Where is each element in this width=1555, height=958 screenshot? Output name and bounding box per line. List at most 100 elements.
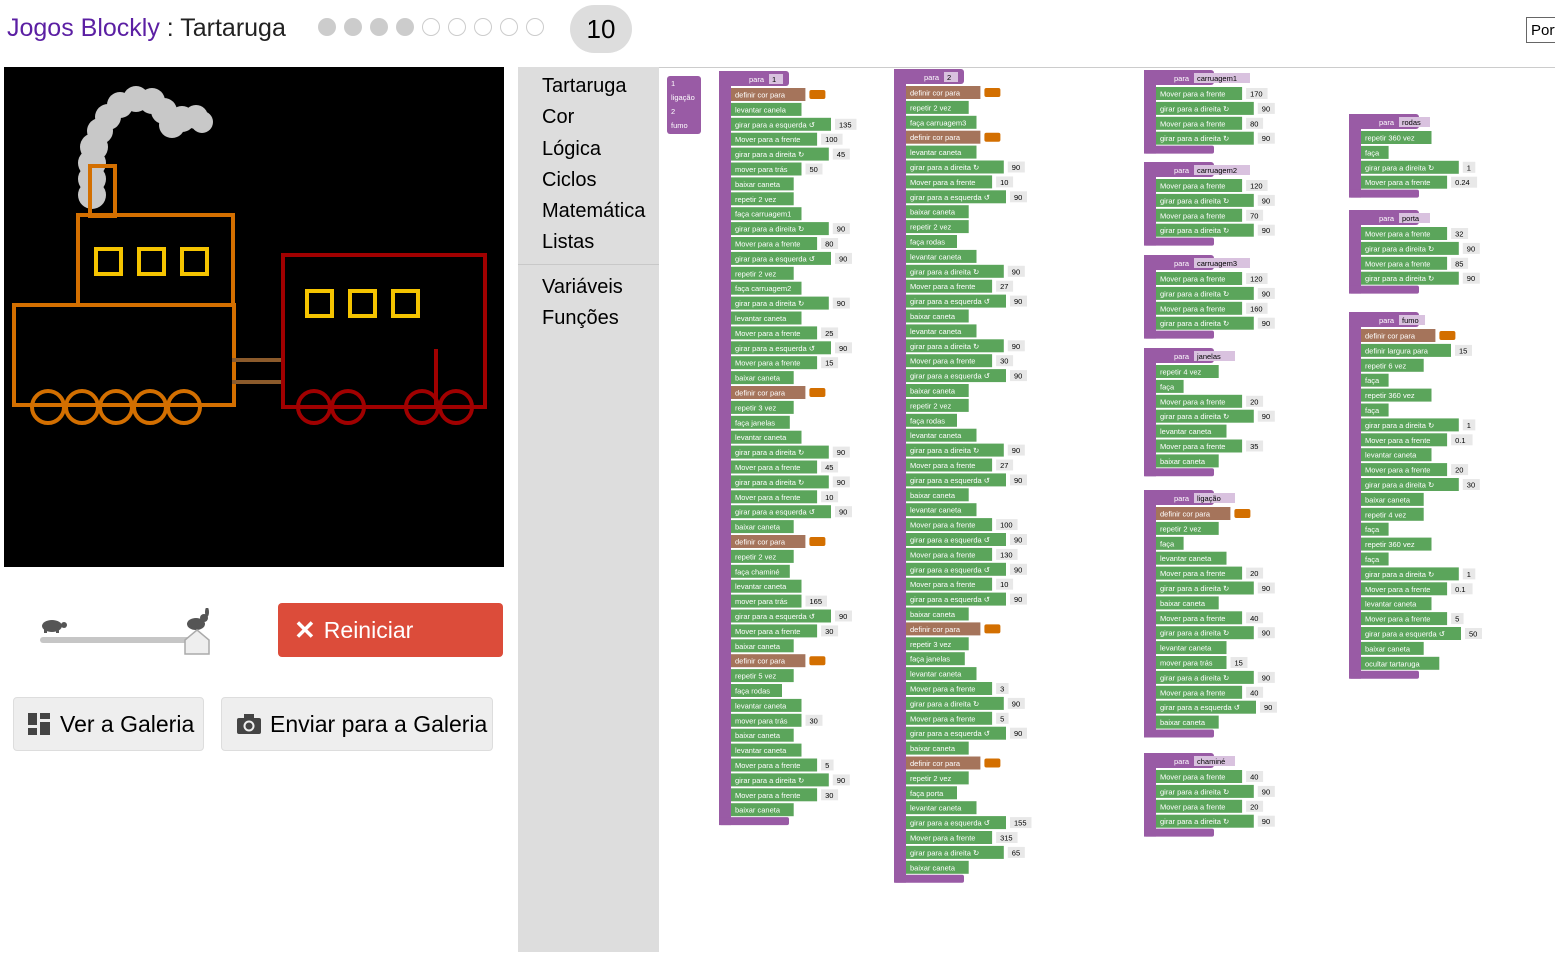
toolbox-category-turtle[interactable]: Tartaruga	[542, 75, 627, 98]
code-block-label: baixar caneta	[735, 806, 781, 815]
number-value: 90	[1012, 342, 1020, 351]
level-dot[interactable]	[448, 18, 466, 36]
code-block-label: faça	[1365, 555, 1380, 564]
code-block-label: Mover para a frente	[910, 685, 975, 694]
language-select[interactable]: Português	[1526, 17, 1555, 43]
level-dot[interactable]	[344, 18, 362, 36]
procedure-block[interactable]	[894, 69, 906, 883]
code-block-label: levantar caneta	[910, 670, 962, 679]
procedure-name: rodas	[1402, 118, 1421, 127]
toolbox: Tartaruga Cor Lógica Ciclos Matemática L…	[518, 67, 659, 952]
toolbox-category-lists[interactable]: Listas	[542, 231, 594, 254]
number-value: 90	[1014, 595, 1022, 604]
code-block-label: girar para a direita ↻	[910, 342, 979, 351]
number-value: 160	[1250, 304, 1263, 313]
code-block-label: levantar caneta	[1365, 451, 1417, 460]
procedure-block[interactable]	[1144, 348, 1156, 477]
color-swatch[interactable]	[984, 88, 1001, 97]
code-block-label: faça	[1160, 539, 1175, 548]
number-value: 32	[1455, 230, 1463, 239]
number-value: 155	[1014, 819, 1027, 828]
color-swatch[interactable]	[809, 656, 826, 666]
procedure-foot	[1144, 145, 1214, 154]
color-swatch[interactable]	[1234, 509, 1251, 518]
code-block-label: girar para a direita ↻	[1160, 817, 1229, 826]
code-block-label: mover para trás	[735, 597, 788, 606]
code-block-label: girar para a direita ↻	[910, 848, 979, 857]
color-swatch[interactable]	[809, 388, 826, 397]
number-value: 90	[1262, 226, 1270, 235]
number-value: 10	[1000, 178, 1008, 187]
number-value: 90	[1262, 319, 1270, 328]
number-value: 80	[1250, 119, 1258, 128]
code-block-label: baixar caneta	[735, 642, 781, 651]
code-block-label: girar para a direita ↻	[735, 478, 804, 487]
color-swatch[interactable]	[809, 537, 826, 546]
code-block-label: levantar caneta	[735, 433, 787, 442]
code-block-label: faça janelas	[735, 418, 775, 427]
level-dot[interactable]	[318, 18, 336, 36]
toolbox-category-logic[interactable]: Lógica	[542, 138, 601, 161]
level-dot[interactable]	[500, 18, 518, 36]
view-gallery-button[interactable]: Ver a Galeria	[13, 697, 204, 751]
procedure-foot	[1144, 729, 1214, 738]
code-block-label: Mover para a frente	[1160, 442, 1225, 451]
code-block-label: Mover para a frente	[735, 463, 800, 472]
code-block-label: Mover para a frente	[1365, 259, 1430, 268]
train-drawing	[12, 86, 487, 425]
color-swatch[interactable]	[809, 90, 826, 99]
number-value: 90	[1014, 729, 1022, 738]
level-dot[interactable]	[422, 18, 440, 36]
toolbox-divider	[518, 264, 659, 265]
app-name-link[interactable]: Jogos Blockly	[7, 14, 160, 42]
procedure-name: carruagem2	[1197, 166, 1237, 175]
code-block-label: repetir 360 vez	[1365, 134, 1415, 143]
code-block-label: definir cor para	[735, 389, 786, 398]
level-dot[interactable]	[526, 18, 544, 36]
color-swatch[interactable]	[984, 624, 1001, 634]
procedure-keyword: para	[1379, 316, 1395, 325]
code-block-label: Mover para a frente	[735, 761, 800, 770]
toolbox-category-color[interactable]: Cor	[542, 106, 574, 129]
number-value: 65	[1012, 848, 1020, 857]
code-block-label: Mover para a frente	[1365, 178, 1430, 187]
color-swatch[interactable]	[984, 132, 1001, 142]
code-block-label: Mover para a frente	[735, 329, 800, 338]
toolbox-category-loops[interactable]: Ciclos	[542, 169, 596, 192]
color-swatch[interactable]	[1439, 331, 1456, 340]
code-block-label: girar para a direita ↻	[1365, 274, 1434, 283]
procedure-block[interactable]	[719, 71, 731, 826]
blockly-workspace[interactable]: 1 ligação 2 fumo para 1 definir cor para levant…	[659, 67, 1555, 953]
number-value: 15	[1459, 346, 1467, 355]
reset-button[interactable]: ✕ Reiniciar	[278, 603, 503, 657]
slider-knob[interactable]	[184, 629, 210, 655]
toolbox-category-math[interactable]: Matemática	[542, 200, 645, 223]
code-block-label: ocultar tartaruga	[1365, 659, 1420, 668]
color-swatch[interactable]	[984, 758, 1001, 768]
code-block-label: Mover para a frente	[910, 282, 975, 291]
code-block-label: levantar caneta	[1160, 427, 1212, 436]
number-value: 90	[837, 776, 845, 785]
camera-icon	[237, 714, 261, 734]
code-block-label: faça	[1160, 382, 1175, 391]
procedure-keyword: para	[1174, 259, 1190, 268]
level-dot[interactable]	[474, 18, 492, 36]
level-dot[interactable]	[396, 18, 414, 36]
toolbox-category-variables[interactable]: Variáveis	[542, 276, 623, 299]
submit-gallery-button[interactable]: Enviar para a Galeria	[221, 697, 493, 751]
code-block-label: levantar caneta	[735, 701, 787, 710]
workspace-svg: 1 ligação 2 fumo para 1 definir cor para levant…	[667, 69, 1482, 883]
toolbox-category-functions[interactable]: Funções	[542, 307, 619, 330]
speed-slider[interactable]	[38, 606, 218, 655]
number-value: 90	[1012, 699, 1020, 708]
code-block-label: faça porta	[910, 789, 944, 798]
number-value: 90	[1262, 673, 1270, 682]
code-block-label: mover para trás	[1160, 659, 1213, 668]
number-value: 90	[1014, 372, 1022, 381]
level-dot[interactable]	[370, 18, 388, 36]
slider-track[interactable]	[40, 637, 208, 643]
code-block-label: girar para a direita ↻	[1365, 481, 1434, 490]
number-value: 35	[1250, 442, 1258, 451]
procedure-block[interactable]	[1349, 312, 1361, 679]
procedure-block[interactable]	[1144, 490, 1156, 738]
